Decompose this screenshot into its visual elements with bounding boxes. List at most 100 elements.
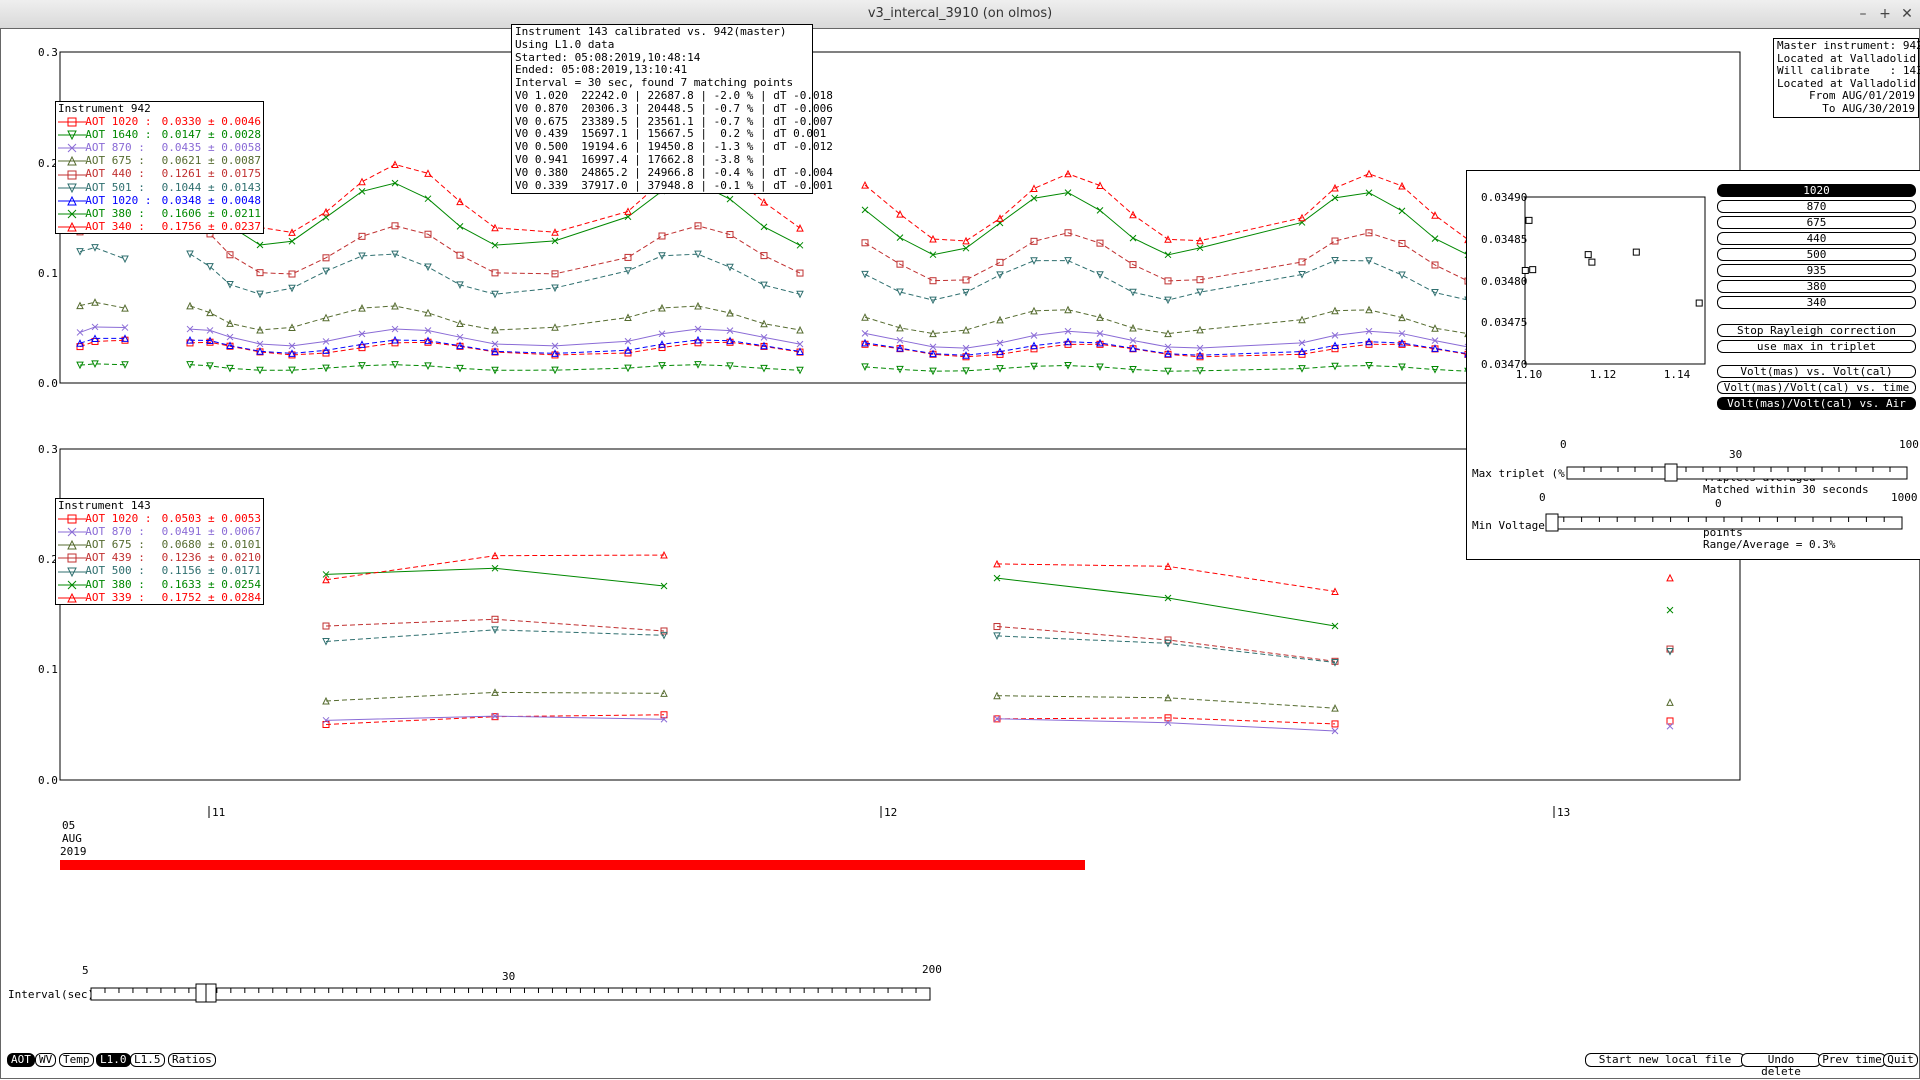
min-voltage-handle[interactable] <box>1545 513 1559 532</box>
legend-entry: AOT 339 : 0.1752 ± 0.0284 <box>58 591 261 604</box>
legend-entry: AOT 870 : 0.0435 ± 0.0058 <box>58 141 261 154</box>
legend-entry: AOT 675 : 0.0621 ± 0.0087 <box>58 154 261 167</box>
legend-series-value: 0.1633 ± 0.0254 <box>161 577 261 591</box>
series-point <box>962 325 970 334</box>
prev-time-button[interactable]: Prev time <box>1818 1053 1886 1067</box>
temp-button[interactable]: Temp <box>59 1053 94 1067</box>
legend-marker-icon <box>58 525 86 538</box>
legend-series-name: AOT 1640 : <box>85 128 152 142</box>
progress-bar <box>60 860 1085 870</box>
legend-series-value: 0.1261 ± 0.0175 <box>161 167 261 181</box>
legend-entry: AOT 340 : 0.1756 ± 0.0237 <box>58 220 261 233</box>
plot-volt-vs-volt-button[interactable]: Volt(mas) vs. Volt(cal) <box>1717 365 1916 378</box>
info-line: Instrument 143 calibrated vs. 942(master… <box>515 25 787 38</box>
min-voltage-max: 1000 <box>1891 491 1918 504</box>
series-point <box>1431 235 1439 242</box>
x-start-year: 2019 <box>60 845 87 858</box>
wavelength-button-935[interactable]: 935 <box>1717 264 1916 277</box>
l15-button[interactable]: L1.5 <box>130 1053 165 1067</box>
series-point <box>121 255 129 264</box>
series-line <box>79 301 126 309</box>
series-point <box>424 195 432 203</box>
wv-button[interactable]: WV <box>35 1053 57 1067</box>
start-new-local-file-button[interactable]: Start new local file <box>1585 1053 1745 1067</box>
undo-delete-button[interactable]: Undo delete <box>1741 1053 1821 1078</box>
wavelength-button-380[interactable]: 380 <box>1717 280 1916 293</box>
stop-rayleigh-button[interactable]: Stop Rayleigh correction <box>1717 324 1916 337</box>
scatter-y-tick: 0.03475 <box>1481 316 1527 329</box>
series-line <box>325 618 665 632</box>
master-instrument-box: Master instrument: 942 Located at Vallado… <box>1773 38 1920 118</box>
ratios-button[interactable]: Ratios <box>168 1053 216 1067</box>
legend-entry: AOT 1020 : 0.0503 ± 0.0053 <box>58 512 261 525</box>
calibration-panel[interactable]: 0.03490 0.03485 0.03480 0.03475 0.03470 … <box>1466 170 1920 560</box>
series-point <box>1666 647 1674 656</box>
series-line <box>864 173 1469 242</box>
legend-series-name: AOT 870 : <box>85 141 145 155</box>
scatter-y-tick: 0.03490 <box>1481 191 1527 204</box>
max-triplet-status-2: Matched within 30 seconds <box>1703 483 1869 496</box>
legend-marker-icon <box>58 512 86 525</box>
aot-button[interactable]: AOT <box>7 1053 35 1067</box>
quit-button[interactable]: Quit <box>1883 1053 1918 1067</box>
legend-marker-icon <box>58 207 86 220</box>
legend-series-name: AOT 380 : <box>85 577 145 591</box>
series-point <box>1365 169 1373 178</box>
legend-entry: AOT 439 : 0.1236 ± 0.0210 <box>58 551 261 564</box>
master-info-line: To AUG/30/2019 <box>1822 101 1915 115</box>
info-line: Using L1.0 data <box>515 37 615 51</box>
series-point <box>1096 181 1104 190</box>
info-line: V0 0.941 16997.4 | 17662.8 | -3.8 % | <box>515 152 767 166</box>
top-y-tick: 0.1 <box>38 267 58 280</box>
legend-marker-icon <box>58 128 86 141</box>
series-point <box>996 258 1004 266</box>
series-point <box>658 232 666 240</box>
scatter-point <box>1695 299 1703 307</box>
series-point <box>206 308 214 317</box>
wavelength-button-870[interactable]: 870 <box>1717 200 1916 213</box>
min-voltage-slider[interactable] <box>1545 513 1903 532</box>
series-point <box>1398 207 1406 215</box>
legend-entry: AOT 380 : 0.1633 ± 0.0254 <box>58 578 261 591</box>
legend-marker-icon <box>58 551 86 564</box>
scatter-x-tick: 1.14 <box>1664 368 1691 381</box>
legend-series-name: AOT 675 : <box>85 538 145 552</box>
max-triplet-slider[interactable] <box>1566 463 1908 482</box>
legend-marker-icon <box>58 115 86 128</box>
plot-ratio-vs-time-button[interactable]: Volt(mas)/Volt(cal) vs. time <box>1717 381 1916 394</box>
series-point <box>91 244 99 252</box>
wavelength-button-1020[interactable]: 1020 <box>1717 184 1916 197</box>
series-point <box>76 329 84 336</box>
legend-series-name: AOT 340 : <box>85 219 145 233</box>
legend-instrument-143: Instrument 143 AOT 1020 : 0.0503 ± 0.0053… <box>55 498 264 605</box>
series-point <box>256 269 264 277</box>
legend-instrument-942: Instrument 942 AOT 1020 : 0.0330 ± 0.0046… <box>55 101 264 234</box>
series-point <box>760 281 768 290</box>
scatter-point <box>1584 251 1592 259</box>
l10-button[interactable]: L1.0 <box>96 1053 131 1067</box>
wavelength-button-500[interactable]: 500 <box>1717 248 1916 261</box>
info-line: V0 0.339 37917.0 | 37948.8 | -0.1 % | dT… <box>515 178 833 192</box>
scatter-point <box>1632 248 1640 256</box>
legend-marker-icon <box>58 181 86 194</box>
series-point <box>760 223 768 231</box>
interval-slider[interactable] <box>90 983 931 1003</box>
legend-marker-icon <box>58 538 86 551</box>
legend-entry: AOT 501 : 0.1044 ± 0.0143 <box>58 181 261 194</box>
wavelength-button-675[interactable]: 675 <box>1717 216 1916 229</box>
min-voltage-label: Min Voltage <box>1472 519 1545 532</box>
x-tick-label: 13 <box>1557 806 1570 819</box>
plot-ratio-vs-airmass-button[interactable]: Volt(mas)/Volt(cal) vs. Air Mass <box>1717 397 1916 420</box>
wavelength-button-340[interactable]: 340 <box>1717 296 1916 309</box>
legend-series-name: AOT 380 : <box>85 206 145 220</box>
max-triplet-handle[interactable] <box>1664 463 1678 482</box>
top-y-tick: 0.3 <box>38 46 58 59</box>
series-point <box>760 198 768 206</box>
wavelength-button-440[interactable]: 440 <box>1717 232 1916 245</box>
use-max-triplet-button[interactable]: use max in triplet <box>1717 340 1916 353</box>
series-point <box>391 222 399 230</box>
series-point <box>1666 717 1674 725</box>
series-line <box>79 337 126 344</box>
x-tick-label: 11 <box>212 806 225 819</box>
legend-marker-icon <box>58 141 86 154</box>
